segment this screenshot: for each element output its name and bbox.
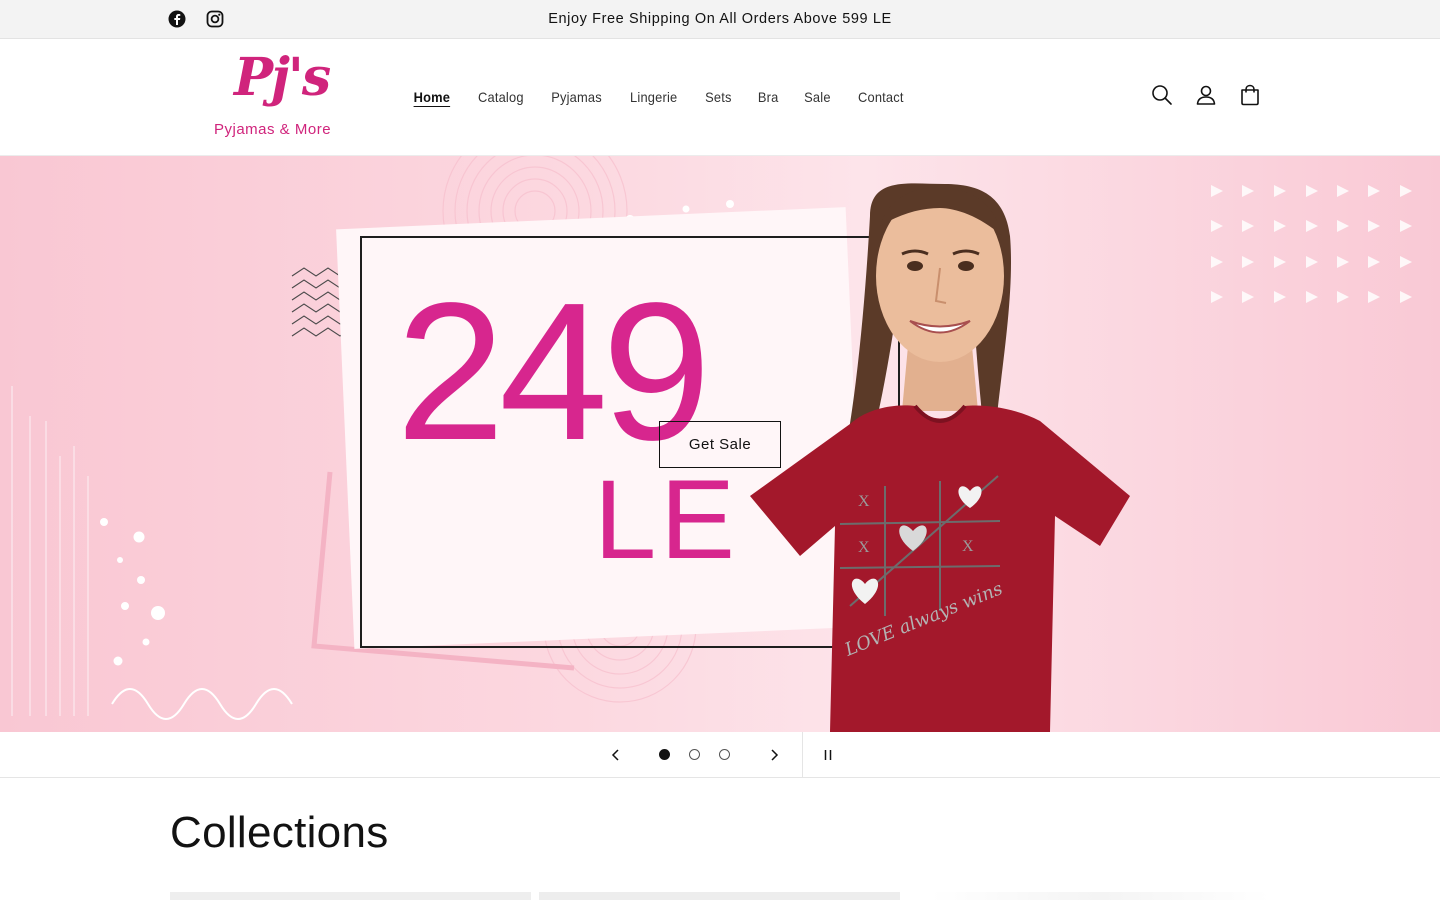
model-image: XX X LOVE always wins [750, 183, 1130, 732]
collections-heading: Collections [170, 808, 389, 857]
hero-banner: 249 LE XXX LOVE always wins Get Sale [0, 156, 1440, 732]
pause-icon[interactable] [817, 744, 839, 766]
brand-logo[interactable]: Pj's Pyjamas & More [212, 47, 342, 143]
svg-text:X: X [858, 539, 870, 556]
controls-divider [802, 732, 803, 778]
nav-catalog[interactable]: Catalog [467, 89, 535, 105]
svg-text:X: X [962, 538, 974, 555]
main-nav: Home Catalog Pyjamas Lingerie Sets Bra S… [400, 89, 918, 105]
header-actions [1150, 83, 1262, 107]
announcement-text: Enjoy Free Shipping On All Orders Above … [548, 11, 892, 27]
slider-controls [0, 732, 1440, 778]
search-icon[interactable] [1150, 83, 1174, 107]
nav-bra[interactable]: Bra [747, 89, 790, 105]
chevron-left-icon[interactable] [605, 744, 627, 766]
nav-sets[interactable]: Sets [694, 89, 743, 105]
logo-mark: Pj's [234, 47, 331, 108]
slide-dot-1[interactable] [659, 749, 670, 760]
chevron-right-icon[interactable] [763, 744, 785, 766]
nav-pyjamas[interactable]: Pyjamas [541, 89, 614, 105]
nav-sale[interactable]: Sale [793, 89, 842, 105]
nav-contact[interactable]: Contact [847, 89, 915, 105]
svg-text:X: X [858, 493, 870, 510]
collection-card-1[interactable] [170, 892, 531, 900]
account-icon[interactable] [1194, 83, 1218, 107]
logo-tagline: Pyjamas & More [214, 121, 332, 138]
hero-currency: LE [594, 457, 739, 582]
site-header: Pj's Pyjamas & More Home Catalog Pyjamas… [0, 39, 1440, 156]
nav-home[interactable]: Home [403, 89, 462, 105]
nav-lingerie[interactable]: Lingerie [619, 89, 688, 105]
get-sale-button[interactable]: Get Sale [659, 421, 781, 468]
slide-dot-2[interactable] [689, 749, 700, 760]
announcement-bar: Enjoy Free Shipping On All Orders Above … [0, 0, 1440, 39]
collection-card-2[interactable] [539, 892, 900, 900]
cart-icon[interactable] [1238, 83, 1262, 107]
collection-card-3[interactable] [930, 892, 1270, 900]
slide-dot-3[interactable] [719, 749, 730, 760]
